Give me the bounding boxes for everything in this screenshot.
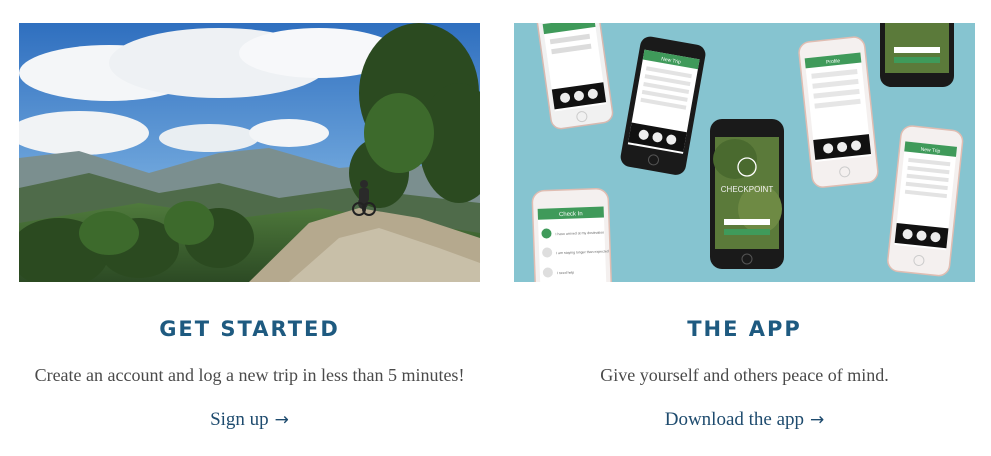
download-app-label: Download the app bbox=[664, 409, 805, 430]
mountain-biker-photo bbox=[19, 23, 480, 282]
download-app-link[interactable]: Download the app → bbox=[514, 408, 975, 432]
the-app-card: New Trip CHECKPOINT Profile New Trip Che… bbox=[514, 23, 975, 432]
sign-up-link[interactable]: Sign up → bbox=[19, 408, 480, 432]
get-started-card: GET STARTED Create an account and log a … bbox=[19, 23, 480, 432]
get-started-description: Create an account and log a new trip in … bbox=[34, 365, 465, 385]
sign-up-label: Sign up bbox=[210, 409, 269, 430]
app-screens-collage: New Trip CHECKPOINT Profile New Trip Che… bbox=[514, 23, 975, 282]
check-in-item-3: I need help bbox=[557, 271, 575, 276]
the-app-description: Give yourself and others peace of mind. bbox=[600, 365, 889, 385]
check-in-header: Check In bbox=[559, 211, 583, 218]
arrow-right-icon: → bbox=[810, 410, 825, 430]
get-started-title: GET STARTED bbox=[159, 317, 340, 341]
the-app-title: THE APP bbox=[687, 317, 802, 341]
checkpoint-brand: CHECKPOINT bbox=[721, 185, 774, 194]
arrow-right-icon: → bbox=[274, 410, 289, 430]
